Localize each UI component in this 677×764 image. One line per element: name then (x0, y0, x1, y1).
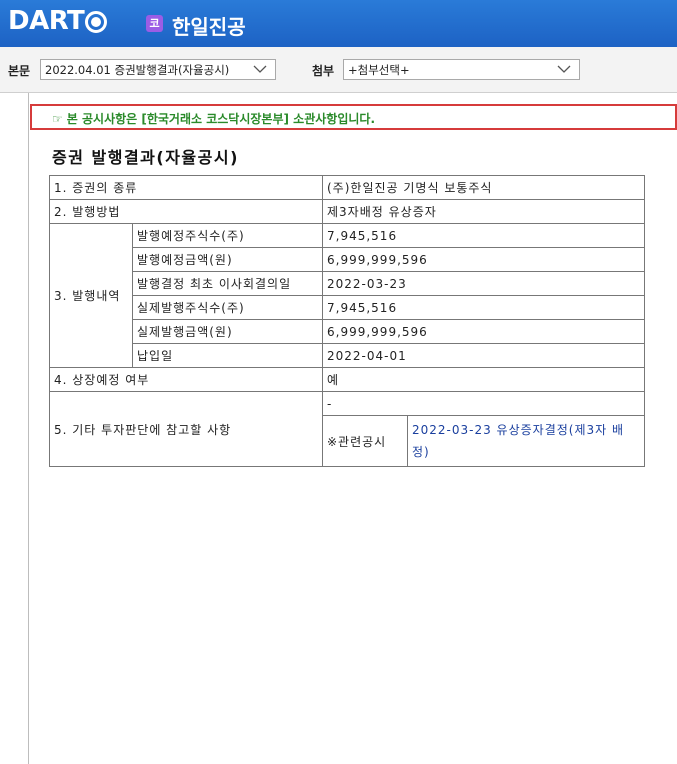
table-cell-value: 7,945,516 (322, 295, 645, 320)
table-cell-sublabel: 납입일 (132, 343, 323, 368)
main-doc-select-value: 2022.04.01 증권발행결과(자율공시) (45, 63, 230, 77)
notice-text: 본 공시사항은 [한국거래소 코스닥시장본부] 소관사항입니다. (66, 112, 376, 126)
document-toolbar: 본문 2022.04.01 증권발행결과(자율공시) 첨부 +첨부선택+ (0, 47, 677, 93)
attachment-label: 첨부 (312, 64, 335, 78)
table-row: 5. 기타 투자판단에 참고할 사항 - (49, 391, 645, 467)
company-name: 한일진공 (172, 15, 246, 39)
table-cell-sublabel: 실제발행주식수(주) (132, 295, 323, 320)
table-cell-sublabel: 발행결정 최초 이사회결의일 (132, 271, 323, 296)
main-doc-label: 본문 (8, 64, 31, 78)
chevron-down-icon (557, 65, 571, 73)
chevron-down-icon (253, 65, 267, 73)
logo-globe-icon (85, 11, 108, 33)
table-cell-sublabel: 발행예정주식수(주) (132, 223, 323, 248)
table-row: 발행예정금액(원) 6,999,999,596 (50, 247, 645, 272)
dart-logo[interactable]: DART (8, 6, 108, 36)
table-cell-value: 7,945,516 (322, 223, 645, 248)
table-cell-label: 5. 기타 투자판단에 참고할 사항 (49, 391, 323, 467)
table-row: 1. 증권의 종류 (주)한일진공 기명식 보통주식 (49, 175, 645, 200)
jurisdiction-notice: ☞ 본 공시사항은 [한국거래소 코스닥시장본부] 소관사항입니다. (30, 104, 677, 130)
table-row: 발행결정 최초 이사회결의일 2022-03-23 (50, 271, 645, 296)
table-cell-value: 제3자배정 유상증자 (322, 199, 645, 224)
table-cell-sublabel: 발행예정금액(원) (132, 247, 323, 272)
disclosure-table: 1. 증권의 종류 (주)한일진공 기명식 보통주식 2. 발행방법 제3자배정… (49, 175, 645, 467)
table-cell-value: 6,999,999,596 (322, 319, 645, 344)
table-row: 4. 상장예정 여부 예 (49, 367, 645, 392)
company-market-badge: 코 (146, 15, 163, 32)
related-disclosure-label: ※관련공시 (322, 415, 408, 467)
logo-text: DART (8, 6, 85, 36)
attachment-select[interactable]: +첨부선택+ (343, 59, 580, 80)
table-row: 2. 발행방법 제3자배정 유상증자 (49, 199, 645, 224)
document-title: 증권 발행결과(자율공시) (52, 148, 239, 167)
table-cell-value: 2022-03-23 (322, 271, 645, 296)
table-cell-value: (주)한일진공 기명식 보통주식 (322, 175, 645, 200)
table-cell-value: - (322, 391, 645, 416)
header-bar: DART 코 한일진공 (0, 0, 677, 47)
pointing-hand-icon: ☞ (52, 112, 63, 126)
table-cell-value: 예 (322, 367, 645, 392)
table-cell-value: 6,999,999,596 (322, 247, 645, 272)
related-disclosure-link[interactable]: 2022-03-23 유상증자결정(제3자 배정) (407, 415, 645, 467)
table-cell-label: 3. 발행내역 (49, 223, 133, 368)
table-row: 3. 발행내역 발행예정주식수(주) 7,945,516 (49, 223, 645, 368)
main-doc-select[interactable]: 2022.04.01 증권발행결과(자율공시) (40, 59, 276, 80)
table-row: 납입일 2022-04-01 (50, 343, 645, 368)
table-cell-value: 2022-04-01 (322, 343, 645, 368)
table-cell-label: 4. 상장예정 여부 (49, 367, 323, 392)
table-row: 실제발행금액(원) 6,999,999,596 (50, 319, 645, 344)
table-cell-label: 1. 증권의 종류 (49, 175, 323, 200)
table-cell-sublabel: 실제발행금액(원) (132, 319, 323, 344)
table-cell-label: 2. 발행방법 (49, 199, 323, 224)
attachment-select-value: +첨부선택+ (348, 63, 410, 77)
table-row: 실제발행주식수(주) 7,945,516 (50, 295, 645, 320)
